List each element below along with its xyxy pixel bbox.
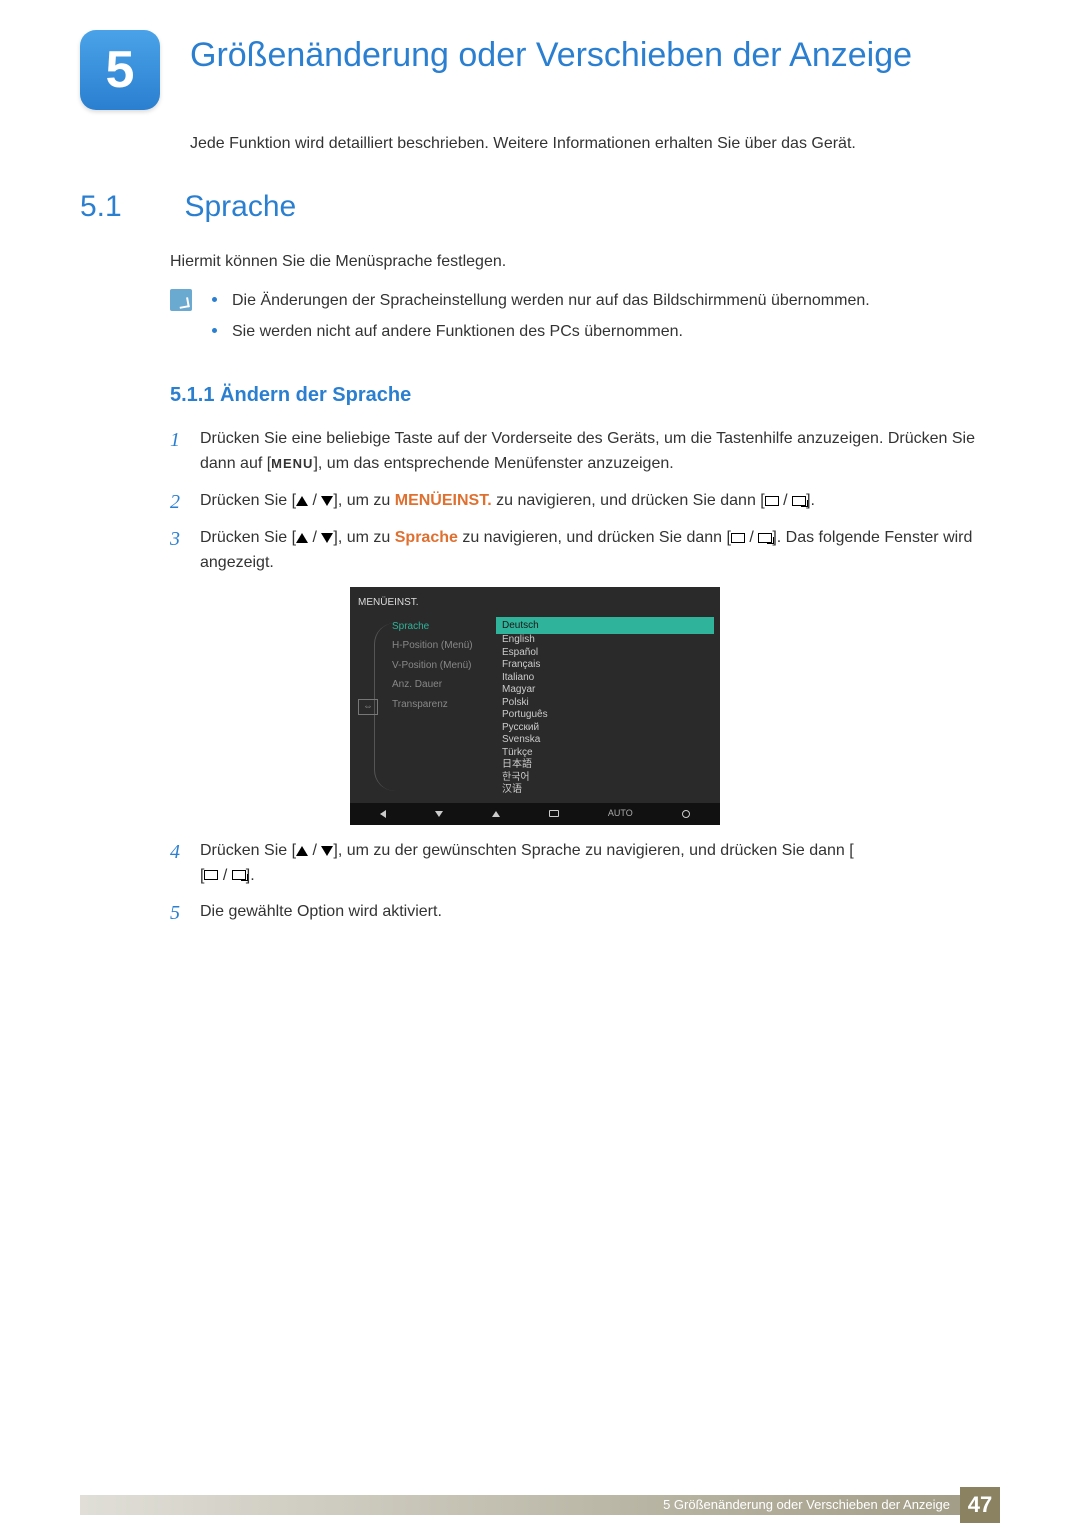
osd-language-item: 한국어 xyxy=(496,772,714,785)
nav-target: MENÜEINST. xyxy=(395,492,492,509)
osd-language-selected: Deutsch xyxy=(496,617,714,635)
osd-menu-item: Sprache xyxy=(392,617,496,637)
osd-nav-auto: AUTO xyxy=(608,807,633,821)
osd-language-item: 日本語 xyxy=(496,759,714,772)
osd-menu-item: Transparenz xyxy=(392,695,496,715)
menu-button-label: MENU xyxy=(271,456,313,471)
step-item: 3 Drücken Sie [ / ], um zu Sprache zu na… xyxy=(170,526,1000,576)
enter-icon xyxy=(792,496,806,506)
section-lead: Hiermit können Sie die Menüsprache festl… xyxy=(170,250,1000,275)
source-icon xyxy=(731,533,745,543)
osd-nav-up-icon xyxy=(492,811,500,817)
note-item: Sie werden nicht auf andere Funktionen d… xyxy=(212,320,1000,345)
osd-menu-item: H-Position (Menü) xyxy=(392,636,496,656)
page-footer: 5 Größenänderung oder Verschieben der An… xyxy=(0,1487,1080,1527)
source-icon xyxy=(765,496,779,506)
osd-language-item: Polski xyxy=(496,697,714,710)
osd-menu-list: ⇔ Sprache H-Position (Menü) V-Position (… xyxy=(356,617,496,797)
note-item: Die Änderungen der Spracheinstellung wer… xyxy=(212,289,1000,314)
step-item: 5 Die gewählte Option wird aktiviert. xyxy=(170,900,1000,925)
footer-title: 5 Größenänderung oder Verschieben der An… xyxy=(80,1495,960,1515)
osd-language-item: Français xyxy=(496,659,714,672)
chapter-title: Größenänderung oder Verschieben der Anze… xyxy=(190,35,1000,76)
osd-language-item: English xyxy=(496,634,714,647)
osd-nav-enter-icon xyxy=(549,810,559,817)
step-item: 1 Drücken Sie eine beliebige Taste auf d… xyxy=(170,427,1000,477)
osd-language-item: Español xyxy=(496,647,714,660)
osd-title: MENÜEINST. xyxy=(350,593,720,617)
osd-nav-down-icon xyxy=(435,811,443,817)
chapter-number: 5 xyxy=(106,40,135,100)
osd-language-item: Português xyxy=(496,709,714,722)
arrow-down-icon xyxy=(321,846,333,856)
arrow-down-icon xyxy=(321,496,333,506)
source-icon xyxy=(204,870,218,880)
osd-nav-left-icon xyxy=(380,810,386,818)
chapter-intro: Jede Funktion wird detailliert beschrieb… xyxy=(190,135,1000,153)
subsection-title: 5.1.1 Ändern der Sprache xyxy=(170,380,1000,411)
osd-nav-power-icon xyxy=(682,810,690,818)
arrow-up-icon xyxy=(296,533,308,543)
osd-screenshot: MENÜEINST. ⇔ Sprache H-Position (Menü) V… xyxy=(350,587,720,824)
osd-language-item: Türkçe xyxy=(496,747,714,760)
osd-nav-bar: AUTO xyxy=(350,803,720,825)
arrow-down-icon xyxy=(321,533,333,543)
osd-language-item: 汉语 xyxy=(496,784,714,797)
note-icon xyxy=(170,289,192,311)
arrow-up-icon xyxy=(296,496,308,506)
section-title: Sprache xyxy=(184,190,296,224)
step-item: 2 Drücken Sie [ / ], um zu MENÜEINST. zu… xyxy=(170,489,1000,514)
enter-icon xyxy=(232,870,246,880)
osd-language-item: Русский xyxy=(496,722,714,735)
osd-menu-item: Anz. Dauer xyxy=(392,675,496,695)
nav-target: Sprache xyxy=(395,529,458,546)
section-number: 5.1 xyxy=(80,190,180,224)
footer-page-number: 47 xyxy=(960,1487,1000,1523)
osd-menu-item: V-Position (Menü) xyxy=(392,656,496,676)
osd-language-list: Deutsch English Español Français Italian… xyxy=(496,617,714,797)
arrow-up-icon xyxy=(296,846,308,856)
osd-language-item: Italiano xyxy=(496,672,714,685)
enter-icon xyxy=(758,533,772,543)
osd-language-item: Magyar xyxy=(496,684,714,697)
chapter-number-badge: 5 xyxy=(80,30,160,110)
osd-language-item: Svenska xyxy=(496,734,714,747)
step-item: 4 Drücken Sie [ / ], um zu der gewünscht… xyxy=(170,839,1000,889)
osd-category-icon: ⇔ xyxy=(358,699,378,715)
